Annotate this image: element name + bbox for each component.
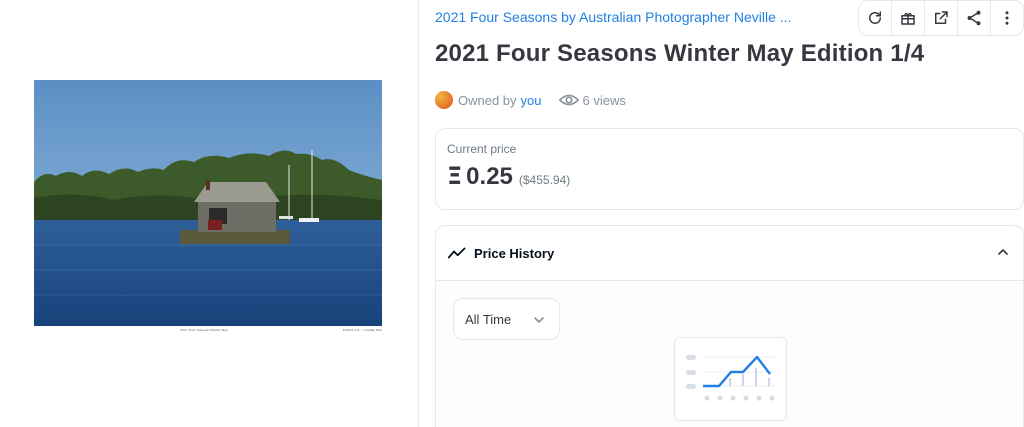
time-range-select[interactable]: All Time — [453, 298, 560, 340]
price-history-title: Price History — [474, 245, 555, 261]
eye-icon — [558, 94, 579, 106]
owner-row: Owned by you 6 views — [435, 91, 626, 109]
item-toolbar — [858, 0, 1024, 36]
share-button[interactable] — [958, 1, 991, 35]
chevron-up-icon[interactable] — [997, 246, 1009, 258]
price-history-body: All Time — [436, 281, 1023, 427]
owner-link[interactable]: you — [521, 93, 542, 108]
open-external-button[interactable] — [925, 1, 958, 35]
price-row: Ξ 0.25 ($455.94) — [447, 162, 570, 191]
refresh-button[interactable] — [859, 1, 892, 35]
views-count: 6 views — [558, 92, 626, 108]
more-icon — [1005, 11, 1009, 25]
time-range-value: All Time — [465, 311, 512, 327]
more-options-button[interactable] — [991, 1, 1023, 35]
share-icon — [967, 10, 981, 26]
transfer-gift-button[interactable] — [892, 1, 925, 35]
empty-chart-illustration — [674, 337, 787, 421]
media-panel: 2021 Four Seasons Winter May Edition 1/4… — [0, 0, 419, 427]
external-link-icon — [935, 11, 948, 24]
gift-icon — [901, 12, 915, 25]
artwork-photo — [34, 80, 382, 336]
current-price-label: Current price — [447, 142, 517, 156]
trending-icon — [448, 247, 466, 259]
price-card: Current price Ξ 0.25 ($455.94) — [435, 128, 1024, 210]
price-value: 0.25 — [466, 163, 513, 190]
price-history-header[interactable]: Price History — [436, 226, 1023, 281]
artwork-image[interactable]: 2021 Four Seasons Winter May Edition 1/4… — [34, 80, 382, 336]
artwork-caption-right: Edition 1/4 — Neville Bell — [342, 328, 382, 332]
chart-placeholder-icon — [686, 355, 775, 401]
owner-avatar[interactable] — [435, 91, 453, 109]
refresh-icon — [869, 11, 881, 24]
owned-by-label: Owned by — [458, 92, 517, 108]
eth-icon: Ξ — [447, 162, 463, 190]
views-label: 6 views — [582, 92, 626, 108]
item-title: 2021 Four Seasons Winter May Edition 1/4 — [435, 40, 925, 67]
price-usd: ($455.94) — [518, 173, 571, 187]
price-history-panel: Price History All Time — [435, 225, 1024, 427]
chevron-down-icon — [534, 317, 544, 323]
artwork-caption-left: 2021 Four Seasons Winter May — [180, 328, 228, 332]
details-panel: 2021 Four Seasons by Australian Photogra… — [435, 0, 1024, 427]
collection-link[interactable]: 2021 Four Seasons by Australian Photogra… — [435, 9, 795, 25]
